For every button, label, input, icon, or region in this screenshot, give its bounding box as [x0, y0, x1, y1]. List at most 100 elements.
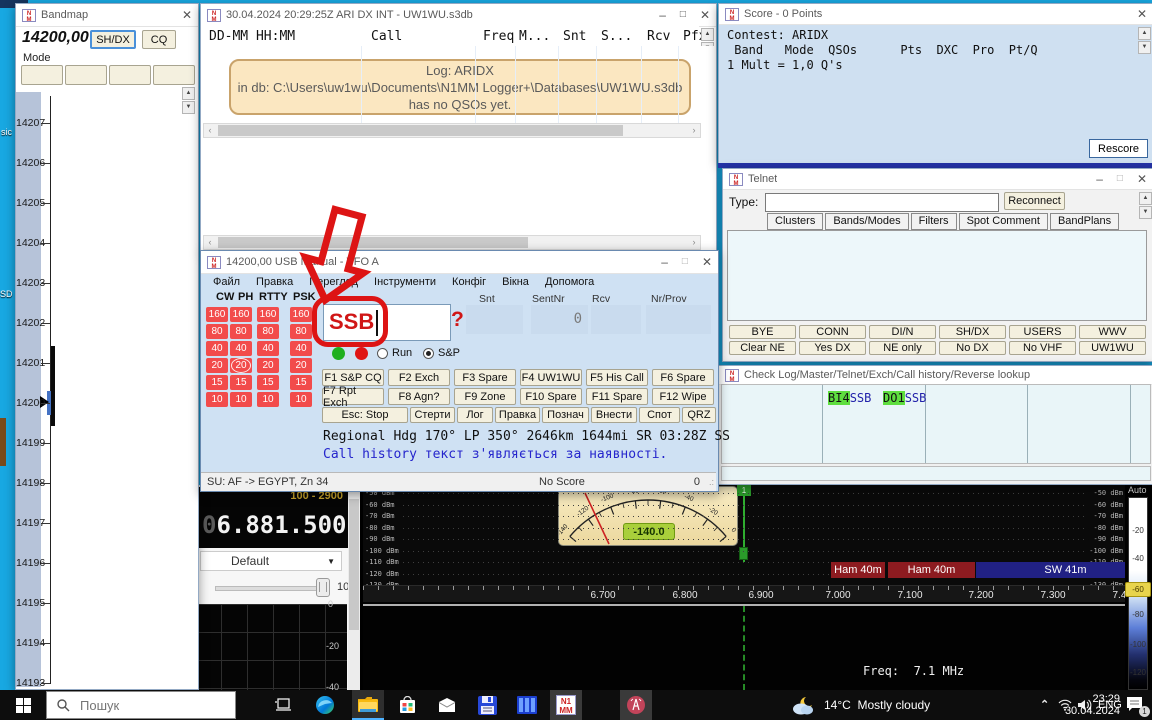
resize-grip[interactable]: .: — [709, 477, 714, 487]
maximize-icon[interactable]: □ — [682, 257, 688, 267]
bandmap-mode-box[interactable] — [109, 65, 151, 85]
minimize-icon[interactable]: – — [661, 257, 668, 267]
task-view-button[interactable] — [268, 693, 298, 717]
close-icon[interactable]: ✕ — [702, 257, 712, 267]
snt-field[interactable] — [466, 305, 523, 334]
nrprov-field[interactable] — [646, 305, 711, 334]
fkey-button-f9[interactable]: F9 Zone — [454, 388, 516, 405]
close-icon[interactable]: ✕ — [182, 10, 192, 20]
close-icon[interactable]: ✕ — [700, 10, 710, 20]
telnet-button-din[interactable]: DI/N — [869, 325, 936, 339]
frequency-ruler[interactable]: 6.7006.8006.9007.0007.1007.2007.3007.400… — [363, 585, 1125, 603]
fkey-button-f2[interactable]: F2 Exch — [388, 369, 450, 386]
band-button-rtty-40[interactable]: 40 — [257, 341, 279, 356]
sdr-volume-slider[interactable] — [215, 586, 329, 591]
auto-label[interactable]: Auto — [1128, 485, 1147, 495]
action-button-6[interactable]: Спот — [639, 407, 680, 423]
score-spinner[interactable]: ▲▼ — [1138, 27, 1151, 54]
band-button-rtty-20[interactable]: 20 — [257, 358, 279, 373]
band-button-psk-15[interactable]: 15 — [290, 375, 312, 390]
band-button-cw-10[interactable]: 10 — [206, 392, 228, 407]
telnet-output[interactable] — [727, 230, 1147, 321]
log-column-header[interactable]: Snt — [563, 29, 586, 44]
telnet-button-users[interactable]: USERS — [1009, 325, 1076, 339]
telnet-type-input[interactable] — [765, 193, 999, 212]
action-button-3[interactable]: Правка — [495, 407, 540, 423]
bandmap-mode-box[interactable] — [65, 65, 107, 85]
sdr-profile-dropdown[interactable]: Default ▼ — [200, 551, 342, 571]
bandmap-spinner[interactable]: ▲▼ — [182, 87, 195, 114]
sdr-volume-handle[interactable] — [316, 578, 330, 597]
action-button-7[interactable]: QRZ — [682, 407, 716, 423]
fkey-button-f5[interactable]: F5 His Call — [586, 369, 648, 386]
band-button-ph-40[interactable]: 40 — [230, 341, 252, 356]
edge-button[interactable] — [310, 693, 340, 717]
waterfall[interactable]: Freq: 7.1 MHz — [363, 602, 1125, 690]
log-grid-pane[interactable]: Log: ARIDX in db: C:\Users\uw1wu\Documen… — [201, 46, 714, 123]
notification-button[interactable]: 1 — [1126, 696, 1148, 714]
score-titlebar[interactable]: NM Score - 0 Points ✕ — [719, 4, 1152, 25]
log-column-header[interactable]: S... — [601, 29, 632, 44]
telnet-button-neonly[interactable]: NE only — [869, 341, 936, 355]
cq-button[interactable]: CQ — [142, 30, 176, 49]
telnet-button-shdx[interactable]: SH/DX — [939, 325, 1006, 339]
band-button-ph-10[interactable]: 10 — [230, 392, 252, 407]
close-icon[interactable]: ✕ — [1137, 9, 1147, 19]
menu-Вікна[interactable]: Вікна — [502, 276, 529, 288]
log-second-pane[interactable] — [201, 141, 714, 233]
band-button-cw-160[interactable]: 160 — [206, 307, 228, 322]
tuning-marker-flag[interactable]: 1 — [737, 485, 751, 496]
band-button-ph-20[interactable]: 20 — [230, 358, 252, 373]
band-button-ph-160[interactable]: 160 — [230, 307, 252, 322]
log-column-header[interactable]: DD-MM HH:MM — [209, 29, 295, 44]
band-button-ph-80[interactable]: 80 — [230, 324, 252, 339]
telnet-tab-filters[interactable]: Filters — [911, 213, 957, 230]
band-button-rtty-80[interactable]: 80 — [257, 324, 279, 339]
tuning-marker-nub[interactable] — [739, 547, 748, 560]
telnet-button-conn[interactable]: CONN — [799, 325, 866, 339]
telnet-button-clearne[interactable]: Clear NE — [729, 341, 796, 355]
bandmap-titlebar[interactable]: NM Bandmap ✕ — [16, 4, 198, 27]
band-button-rtty-15[interactable]: 15 — [257, 375, 279, 390]
fkey-button-f6[interactable]: F6 Spare — [652, 369, 714, 386]
minimize-icon[interactable]: – — [659, 10, 666, 20]
maximize-icon[interactable]: □ — [1117, 174, 1123, 184]
clock-display[interactable]: 23:29 30.04.2024 — [1008, 693, 1120, 717]
panel-scrollbar[interactable]: ⌃ — [348, 485, 360, 690]
shdx-button[interactable]: SH/DX — [90, 30, 136, 49]
rescore-button[interactable]: Rescore — [1089, 139, 1148, 158]
band-button-rtty-160[interactable]: 160 — [257, 307, 279, 322]
telnet-button-uw1wu[interactable]: UW1WU — [1079, 341, 1146, 355]
telnet-tab-clusters[interactable]: Clusters — [767, 213, 823, 230]
telnet-button-wwv[interactable]: WWV — [1079, 325, 1146, 339]
reconnect-button[interactable]: Reconnect — [1004, 192, 1065, 210]
weather-widget[interactable]: 14°C Mostly cloudy — [790, 690, 1035, 720]
band-button-cw-15[interactable]: 15 — [206, 375, 228, 390]
start-button[interactable] — [0, 690, 46, 720]
band-button-cw-80[interactable]: 80 — [206, 324, 228, 339]
telnet-tab-bandsmodes[interactable]: Bands/Modes — [825, 213, 908, 230]
telnet-button-nodx[interactable]: No DX — [939, 341, 1006, 355]
close-icon[interactable]: ✕ — [1137, 174, 1147, 184]
band-button-psk-10[interactable]: 10 — [290, 392, 312, 407]
telnet-button-novhf[interactable]: No VHF — [1009, 341, 1076, 355]
fkey-button-f12[interactable]: F12 Wipe — [652, 388, 714, 405]
menu-Допомога[interactable]: Допомога — [545, 276, 594, 288]
check-entry[interactable]: DO1SSB — [883, 391, 926, 405]
action-button-5[interactable]: Внести — [591, 407, 637, 423]
diskette-button[interactable] — [472, 693, 502, 717]
fkey-button-f10[interactable]: F10 Spare — [520, 388, 582, 405]
action-button-2[interactable]: Лог — [457, 407, 493, 423]
minimize-icon[interactable]: – — [1096, 174, 1103, 184]
telnet-tab-bandplans[interactable]: BandPlans — [1050, 213, 1119, 230]
search-box[interactable] — [46, 691, 236, 719]
band-button-rtty-10[interactable]: 10 — [257, 392, 279, 407]
palette-slider[interactable]: -60 — [1125, 582, 1151, 597]
menu-Файл[interactable]: Файл — [213, 276, 240, 288]
check-entry[interactable]: BI4SSB — [828, 391, 871, 405]
bandmap-mode-box[interactable] — [153, 65, 195, 85]
fkey-button-f1[interactable]: F1 S&P CQ — [322, 369, 384, 386]
n1mm-button[interactable]: N1MM — [550, 690, 582, 720]
sdr-app-button[interactable] — [620, 690, 652, 720]
band-button-psk-20[interactable]: 20 — [290, 358, 312, 373]
